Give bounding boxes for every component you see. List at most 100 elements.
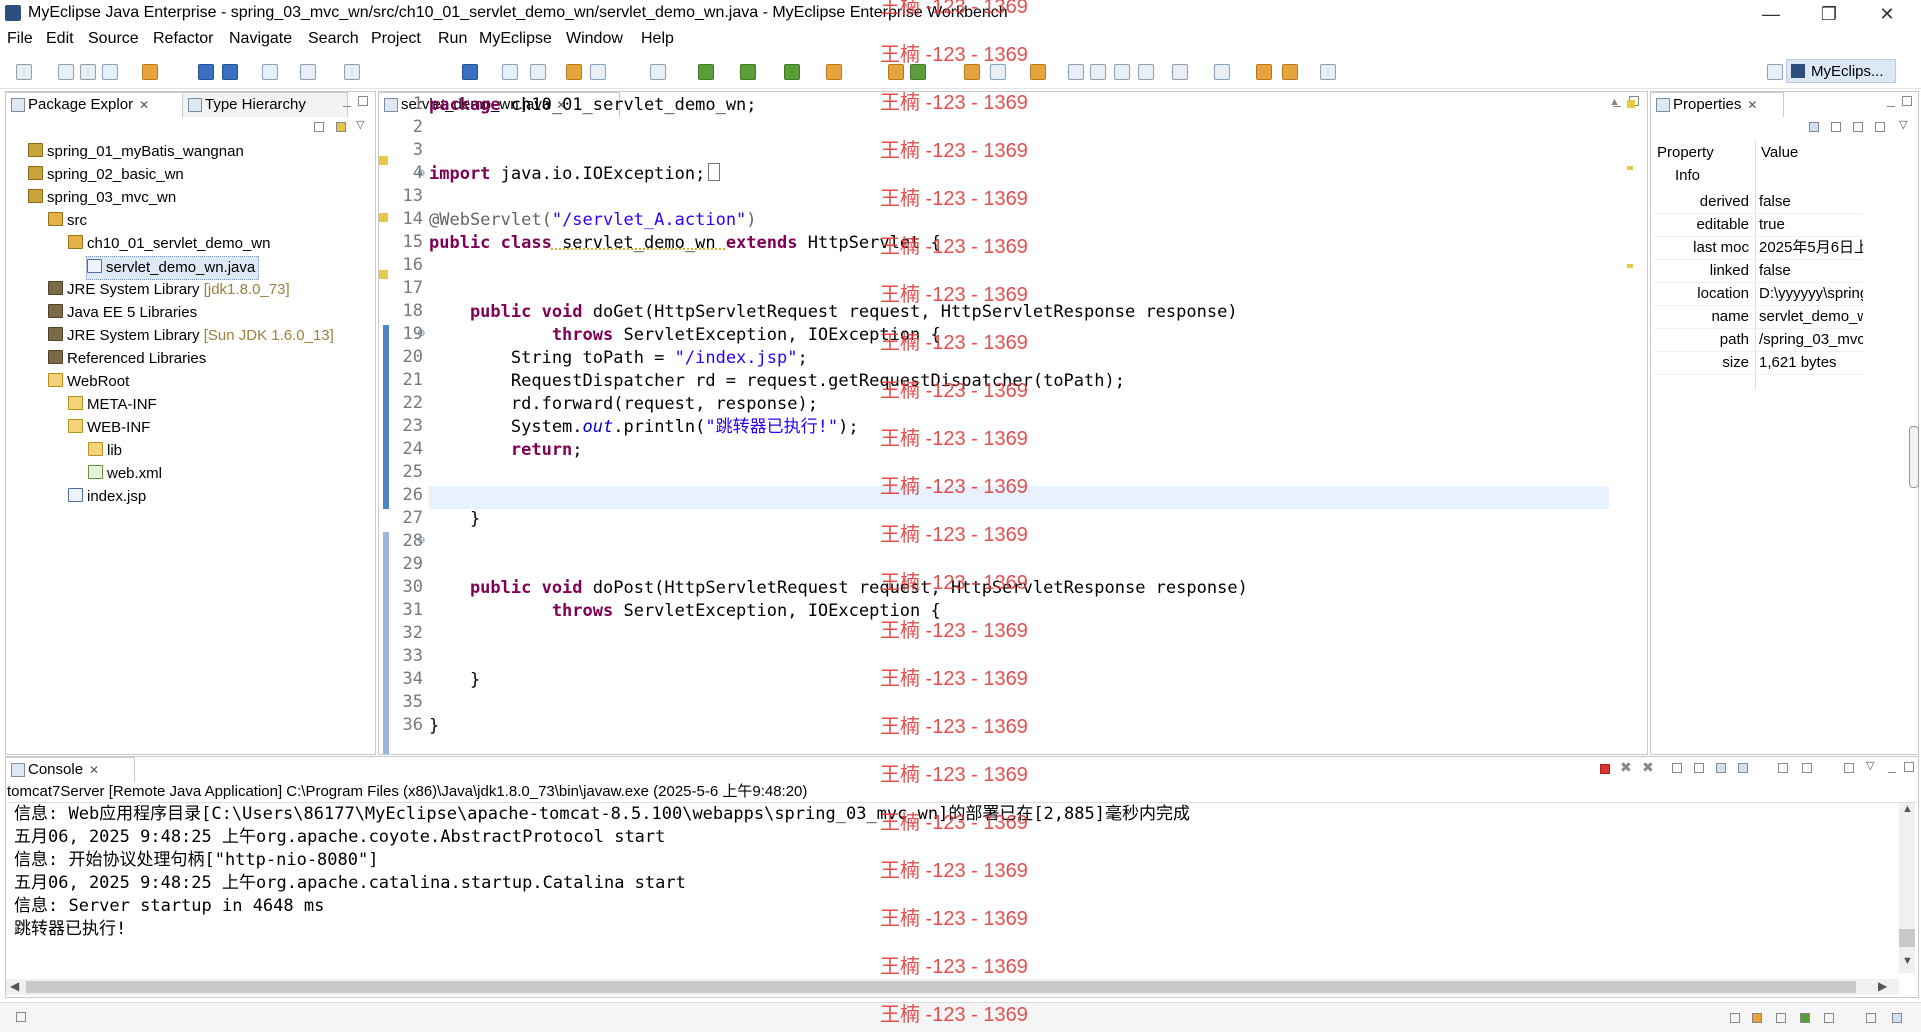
browser-icon[interactable]	[344, 64, 360, 80]
scroll-up-icon[interactable]: ▲	[1609, 96, 1620, 108]
menu-navigate[interactable]: Navigate	[229, 30, 292, 48]
status-icon[interactable]	[1800, 1013, 1810, 1023]
tree-item[interactable]: lib	[88, 440, 122, 462]
open-perspective-icon[interactable]	[1767, 64, 1783, 80]
tab-console[interactable]: Console ✕	[5, 757, 135, 782]
deploy-icon[interactable]	[300, 64, 316, 80]
pin-console-icon[interactable]	[1778, 763, 1788, 773]
remove-all-icon[interactable]: ✖	[1642, 759, 1654, 776]
menu-window[interactable]: Window	[566, 30, 623, 48]
display-console-icon[interactable]	[1802, 763, 1812, 773]
scroll-left-icon[interactable]: ◀	[10, 979, 19, 993]
property-group-info[interactable]: Info	[1675, 167, 1700, 184]
tree-item[interactable]: META-INF	[68, 394, 157, 416]
minimize-button[interactable]: —	[1748, 2, 1794, 26]
new-icon[interactable]	[16, 64, 32, 80]
status-icon[interactable]	[1730, 1013, 1740, 1023]
tree-item[interactable]: src	[48, 210, 87, 232]
scroll-down-icon[interactable]: ▼	[1902, 955, 1913, 967]
next-annotation-icon[interactable]	[1172, 64, 1188, 80]
last-edit-icon[interactable]	[1256, 64, 1272, 80]
mark-icon[interactable]	[1090, 64, 1106, 80]
minimize-view-icon[interactable]	[1887, 98, 1895, 107]
property-row[interactable]: linked false	[1653, 259, 1863, 283]
menu-file[interactable]: File	[7, 30, 33, 48]
tree-item[interactable]: spring_03_mvc_wn	[28, 187, 176, 209]
toggle-icon[interactable]	[1114, 64, 1130, 80]
window-icon[interactable]	[650, 64, 666, 80]
tree-item[interactable]: Referenced Libraries	[48, 348, 206, 370]
minimize-view-icon[interactable]	[1888, 764, 1896, 773]
property-row[interactable]: nameservlet_demo_wn....	[1653, 305, 1863, 329]
coverage-icon[interactable]	[784, 64, 800, 80]
scroll-lock-icon[interactable]	[1694, 763, 1704, 773]
menu-source[interactable]: Source	[88, 30, 139, 48]
collapse-all-icon[interactable]	[314, 122, 324, 132]
show-on-stdout-icon[interactable]	[1716, 763, 1726, 773]
menu-refactor[interactable]: Refactor	[153, 30, 213, 48]
perspective-myeclipse[interactable]: MyEclips...	[1786, 59, 1896, 83]
tree-item[interactable]: spring_01_myBatis_wangnan	[28, 141, 244, 163]
restore-default-icon[interactable]	[1875, 122, 1885, 132]
scrollbar-thumb[interactable]	[1899, 929, 1915, 947]
globe-icon[interactable]	[462, 64, 478, 80]
property-row[interactable]: last moc2025年5月6日上午...	[1653, 236, 1863, 260]
status-icon[interactable]	[1752, 1013, 1762, 1023]
console-horizontal-scrollbar[interactable]: ◀ ▶	[6, 979, 1899, 995]
view-menu-icon[interactable]: ▽	[1866, 759, 1874, 772]
status-icon[interactable]	[1776, 1013, 1786, 1023]
console-vertical-scrollbar[interactable]: ▲ ▼	[1899, 803, 1915, 973]
tree-item[interactable]: JRE System Library [jdk1.8.0_73]	[48, 279, 290, 301]
maximize-view-icon[interactable]	[1904, 762, 1914, 772]
show-advanced-icon[interactable]	[1831, 122, 1841, 132]
tree-item[interactable]: spring_02_basic_wn	[28, 164, 184, 186]
tree-item[interactable]: index.jsp	[68, 486, 146, 508]
block-icon[interactable]	[1138, 64, 1154, 80]
folded-block-icon[interactable]	[708, 163, 721, 181]
maximize-view-icon[interactable]	[1902, 96, 1912, 106]
new-interface-icon[interactable]	[590, 64, 606, 80]
debug-icon[interactable]	[698, 64, 714, 80]
open-type-icon[interactable]	[142, 64, 158, 80]
prev-annotation-icon[interactable]	[1214, 64, 1230, 80]
menu-edit[interactable]: Edit	[46, 30, 74, 48]
status-icon[interactable]	[1866, 1013, 1876, 1023]
save-icon[interactable]	[58, 64, 74, 80]
property-row[interactable]: path/spring_03_mvc_w...	[1653, 328, 1863, 352]
link-icon[interactable]	[502, 64, 518, 80]
tree-item[interactable]: Java EE 5 Libraries	[48, 302, 197, 324]
view-menu-icon[interactable]: ▽	[1899, 118, 1907, 131]
menu-help[interactable]: Help	[641, 30, 674, 48]
tree-item[interactable]: JRE System Library [Sun JDK 1.6.0_13]	[48, 325, 334, 347]
fold-collapse-icon[interactable]: ⊖	[417, 328, 425, 339]
fold-expand-icon[interactable]: ⊕	[417, 168, 425, 179]
link-with-editor-icon[interactable]	[336, 122, 346, 132]
tree-item[interactable]: WebRoot	[48, 371, 129, 393]
fast-view-icon[interactable]	[16, 1012, 26, 1022]
server-icon[interactable]	[262, 64, 278, 80]
search-icon[interactable]	[530, 64, 546, 80]
tree-item-selected[interactable]: servlet_demo_wn.java	[86, 256, 260, 280]
tree-item[interactable]: ch10_01_servlet_demo_wn	[68, 233, 270, 255]
minimize-view-icon[interactable]	[343, 98, 351, 107]
maximize-button[interactable]: ❐	[1806, 2, 1852, 26]
new-project-icon[interactable]	[198, 64, 214, 80]
tab-properties[interactable]: Properties ✕	[1650, 92, 1784, 117]
scroll-right-icon[interactable]: ▶	[1878, 979, 1887, 993]
terminate-icon[interactable]	[1600, 764, 1610, 774]
print-icon[interactable]	[102, 64, 118, 80]
forward-icon[interactable]	[1320, 64, 1336, 80]
tree-item[interactable]: web.xml	[88, 463, 162, 485]
close-tab-icon[interactable]: ✕	[89, 763, 99, 777]
property-row[interactable]: derived false	[1653, 190, 1863, 214]
show-categories-icon[interactable]	[1809, 122, 1819, 132]
close-tab-icon[interactable]: ✕	[1747, 98, 1757, 112]
clear-console-icon[interactable]	[1672, 763, 1682, 773]
tree-item[interactable]: WEB-INF	[68, 417, 150, 439]
properties-scrollbar[interactable]	[1909, 426, 1919, 488]
task-icon[interactable]	[1030, 64, 1046, 80]
property-row[interactable]: editable true	[1653, 213, 1863, 237]
tab-type-hierarchy[interactable]: Type Hierarchy	[182, 92, 348, 117]
filter-icon[interactable]	[1853, 122, 1863, 132]
scrollbar-thumb[interactable]	[26, 981, 1856, 993]
